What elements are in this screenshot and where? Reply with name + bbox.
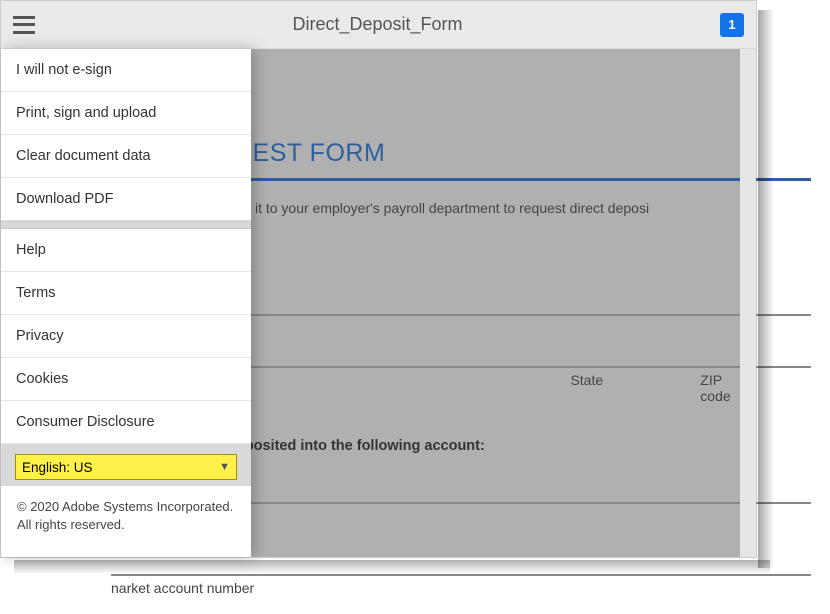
menu-toggle-icon[interactable] — [13, 14, 35, 36]
language-selector[interactable]: English: US ▼ — [15, 454, 237, 480]
vertical-scrollbar[interactable] — [740, 49, 756, 557]
menu-item-cookies[interactable]: Cookies — [1, 358, 251, 401]
menu-group-secondary: Help Terms Privacy Cookies Consumer Disc… — [1, 229, 251, 444]
page-count-badge[interactable]: 1 — [720, 13, 744, 37]
chevron-down-icon: ▼ — [219, 461, 230, 473]
body-area: OSIT REQUEST FORM print it, sign it and … — [1, 49, 756, 557]
menu-item-privacy[interactable]: Privacy — [1, 315, 251, 358]
menu-separator — [1, 221, 251, 229]
document-title: Direct_Deposit_Form — [35, 14, 720, 35]
menu-item-no-esign[interactable]: I will not e-sign — [1, 49, 251, 92]
window-shadow-right — [758, 10, 774, 568]
sidebar-menu: I will not e-sign Print, sign and upload… — [1, 49, 251, 557]
language-selected: English: US — [22, 460, 93, 475]
copyright-line: © 2020 Adobe Systems Incorporated. — [17, 498, 235, 516]
menu-item-consumer-disclosure[interactable]: Consumer Disclosure — [1, 401, 251, 444]
label-state: State — [570, 372, 700, 404]
copyright-line: All rights reserved. — [17, 516, 235, 534]
copyright-text: © 2020 Adobe Systems Incorporated. All r… — [1, 486, 251, 548]
menu-item-print-sign-upload[interactable]: Print, sign and upload — [1, 92, 251, 135]
language-selector-wrap: English: US ▼ — [1, 444, 251, 486]
menu-group-primary: I will not e-sign Print, sign and upload… — [1, 49, 251, 221]
menu-item-download-pdf[interactable]: Download PDF — [1, 178, 251, 221]
app-frame: Direct_Deposit_Form 1 OSIT REQUEST FORM … — [0, 0, 757, 558]
account-label-2: narket account number — [111, 580, 756, 596]
menu-item-clear-data[interactable]: Clear document data — [1, 135, 251, 178]
menu-item-help[interactable]: Help — [1, 229, 251, 272]
menu-item-terms[interactable]: Terms — [1, 272, 251, 315]
app-header: Direct_Deposit_Form 1 — [1, 1, 756, 49]
